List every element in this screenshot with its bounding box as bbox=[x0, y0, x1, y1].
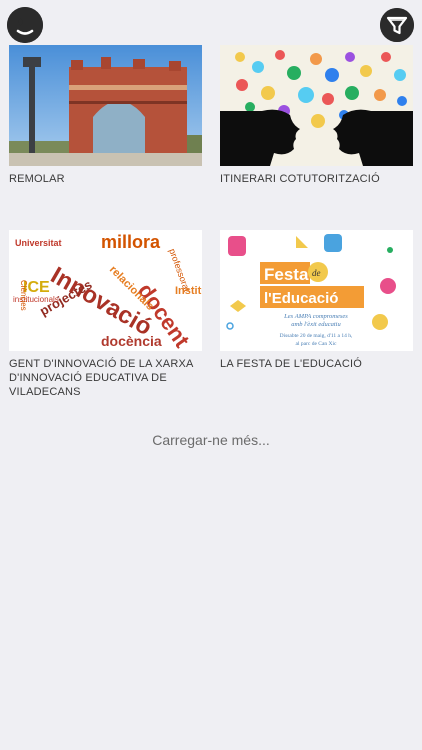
filter-funnel-icon[interactable] bbox=[380, 8, 414, 42]
innovacio-word-cloud: Universitat millora docent Innovació rel… bbox=[9, 230, 202, 351]
avatar-face-icon[interactable] bbox=[7, 7, 43, 43]
card-gent-innovacio[interactable]: Universitat millora docent Innovació rel… bbox=[9, 230, 202, 399]
gears-heads-illustration bbox=[220, 45, 413, 166]
poster-date: Dissabte 20 de maig, d'11 a 14 h, bbox=[280, 333, 353, 339]
poster-de: de bbox=[312, 268, 321, 278]
card-title: LA FESTA DE L'EDUCACIÓ bbox=[220, 358, 363, 370]
top-bar bbox=[0, 0, 422, 46]
card-itinerari[interactable]: ITINERARI COTUTORITZACIÓ bbox=[220, 45, 413, 186]
festa-educacio-poster: Festa de l'Educació Les AMPA compromeses… bbox=[220, 230, 413, 351]
card-title: GENT D'INNOVACIÓ DE LA XARXA D'INNOVACIÓ… bbox=[9, 358, 193, 398]
word-docencia: docència bbox=[101, 333, 162, 349]
poster-place: al parc de Can Xic bbox=[296, 341, 337, 347]
poster-sub1: Les AMPA compromeses bbox=[283, 313, 348, 320]
word-ciencies: Ciències bbox=[19, 280, 28, 311]
poster-educacio: l'Educació bbox=[264, 290, 338, 307]
card-title: REMOLAR bbox=[9, 173, 65, 185]
arc-de-triomf-photo bbox=[9, 45, 202, 166]
poster-sub2: amb l'èxit educatiu bbox=[291, 321, 341, 328]
word-universitat: Universitat bbox=[15, 238, 62, 248]
poster-festa: Festa bbox=[264, 265, 309, 284]
card-title: ITINERARI COTUTORITZACIÓ bbox=[220, 173, 380, 185]
word-millora: millora bbox=[101, 232, 161, 252]
card-remolar[interactable]: REMOLAR bbox=[9, 45, 202, 186]
word-institut: Institut bbox=[175, 285, 202, 297]
card-festa-educacio[interactable]: Festa de l'Educació Les AMPA compromeses… bbox=[220, 230, 413, 371]
load-more-link[interactable]: Carregar-ne més... bbox=[0, 432, 422, 448]
